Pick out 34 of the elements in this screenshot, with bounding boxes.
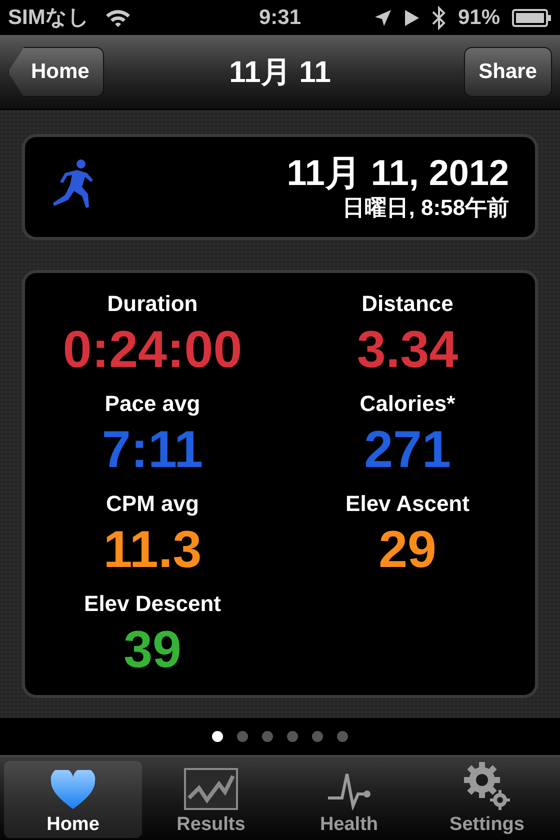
stat-value: 29 bbox=[378, 520, 436, 581]
play-icon bbox=[404, 8, 420, 26]
location-arrow-icon bbox=[374, 8, 392, 26]
stat-value: 0:24:00 bbox=[62, 320, 242, 381]
carrier-label: SIMなし bbox=[8, 4, 90, 31]
settings-icon bbox=[464, 762, 510, 810]
stat-label: Duration bbox=[107, 291, 198, 317]
battery-percent: 91% bbox=[458, 4, 500, 31]
stat-label: Calories* bbox=[360, 391, 456, 417]
stat-label: Elev Descent bbox=[84, 591, 221, 617]
nav-title: 11月 11 bbox=[229, 54, 331, 90]
tab-button[interactable]: Settings bbox=[418, 761, 556, 838]
tab-button[interactable]: Health bbox=[280, 761, 418, 838]
stat-value: 7:11 bbox=[102, 420, 204, 481]
wifi-icon bbox=[105, 8, 132, 28]
status-time: 9:31 bbox=[258, 4, 302, 31]
stat-label: CPM avg bbox=[106, 491, 199, 517]
stat-value: 39 bbox=[124, 620, 182, 681]
stat-label: Elev Ascent bbox=[346, 491, 470, 517]
tab-button[interactable]: Results bbox=[142, 761, 280, 838]
stat-value: 271 bbox=[364, 420, 451, 481]
stat-label: Pace avg bbox=[104, 391, 200, 417]
tab-button[interactable]: Home bbox=[4, 761, 142, 838]
stat-value: 11.3 bbox=[103, 520, 202, 581]
stat-value: 3.34 bbox=[356, 320, 458, 381]
heart-icon bbox=[50, 770, 96, 810]
stat-label: Distance bbox=[362, 291, 454, 317]
share-button[interactable]: Share bbox=[464, 47, 552, 97]
back-button[interactable]: Home bbox=[8, 47, 104, 97]
workout-day-time: 日曜日, 8:58午前 bbox=[342, 194, 509, 222]
bluetooth-icon bbox=[432, 6, 446, 30]
line-chart-icon bbox=[184, 768, 238, 810]
battery-icon bbox=[512, 8, 552, 28]
workout-date: 11月 11, 2012 bbox=[286, 152, 509, 194]
